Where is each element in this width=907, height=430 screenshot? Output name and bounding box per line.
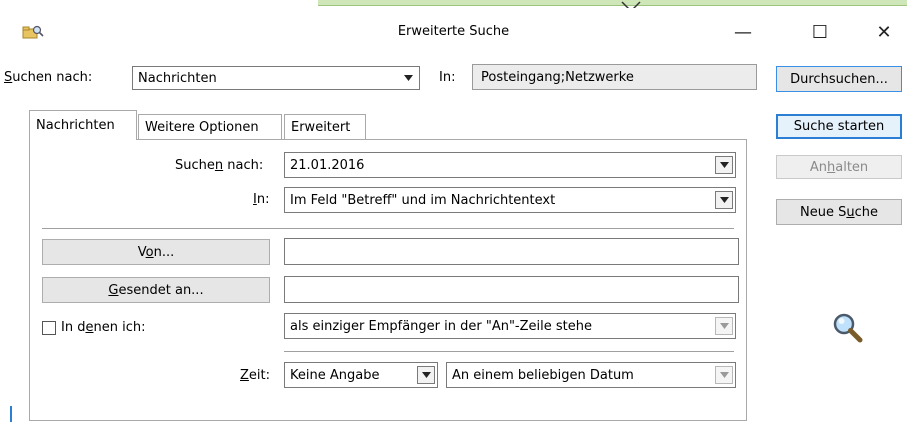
time-value: Keine Angabe <box>290 367 380 383</box>
minimize-button[interactable]: — <box>720 14 766 50</box>
close-button[interactable]: ✕ <box>861 14 907 50</box>
from-input[interactable] <box>284 238 739 265</box>
browse-button[interactable]: Durchsuchen... <box>776 66 902 92</box>
background-window-strip <box>318 0 907 6</box>
chevron-down-icon[interactable] <box>715 156 733 174</box>
in-field-label: In: <box>253 192 270 207</box>
look-for-label: Suchen nach: <box>4 70 93 85</box>
find-now-button[interactable]: Suche starten <box>776 114 902 139</box>
look-for-value: Nachrichten <box>138 70 217 86</box>
chevron-down-icon[interactable] <box>715 317 733 335</box>
chevron-down-icon[interactable] <box>715 366 733 384</box>
divider <box>42 228 734 229</box>
where-i-am-value: als einziger Empfänger in der "An"-Zeile… <box>290 318 592 334</box>
chevron-down-icon[interactable] <box>715 191 733 209</box>
sent-to-input[interactable] <box>284 276 739 303</box>
magnifier-icon <box>833 313 863 343</box>
stop-label: Anhalten <box>809 159 869 175</box>
from-button[interactable]: Von... <box>42 239 270 265</box>
search-for-label: Suchen nach: <box>175 158 264 173</box>
left-edge-marker <box>10 406 12 422</box>
time-label: Zeit: <box>240 368 270 383</box>
tab-weitere-optionen[interactable]: Weitere Optionen <box>138 114 282 140</box>
sent-to-button[interactable]: Gesendet an... <box>42 277 270 303</box>
in-field-select[interactable]: Im Feld "Betreff" und im Nachrichtentext <box>284 187 736 213</box>
in-label: In: <box>439 70 456 85</box>
look-for-select[interactable]: Nachrichten <box>132 66 420 90</box>
search-for-input[interactable]: 21.01.2016 <box>284 152 736 178</box>
tab-erweitert[interactable]: Erweitert <box>284 114 366 140</box>
tab-nachrichten[interactable]: Nachrichten <box>29 110 137 140</box>
chevron-down-icon[interactable] <box>401 75 415 81</box>
date-select[interactable]: An einem beliebigen Datum <box>446 362 736 388</box>
stop-button[interactable]: Anhalten <box>776 155 902 179</box>
divider <box>284 351 734 352</box>
from-button-label: Von... <box>137 244 175 260</box>
chevron-down-icon[interactable] <box>417 366 435 384</box>
where-i-am-select[interactable]: als einziger Empfänger in der "An"-Zeile… <box>284 313 736 339</box>
new-search-button[interactable]: Neue Suche <box>776 199 902 225</box>
sent-to-button-label: Gesendet an... <box>108 282 204 298</box>
time-select[interactable]: Keine Angabe <box>284 362 438 388</box>
where-i-am-label: In denen ich: <box>61 320 146 335</box>
date-value: An einem beliebigen Datum <box>452 367 634 383</box>
in-field-value: Im Feld "Betreff" und im Nachrichtentext <box>290 192 556 208</box>
search-for-value: 21.01.2016 <box>290 157 365 173</box>
maximize-button[interactable]: ☐ <box>797 14 843 50</box>
in-folder-field: Posteingang;Netzwerke <box>472 64 757 90</box>
window-title: Erweiterte Suche <box>397 24 510 39</box>
new-search-label: Neue Suche <box>800 204 878 220</box>
where-i-am-checkbox[interactable] <box>42 321 56 335</box>
